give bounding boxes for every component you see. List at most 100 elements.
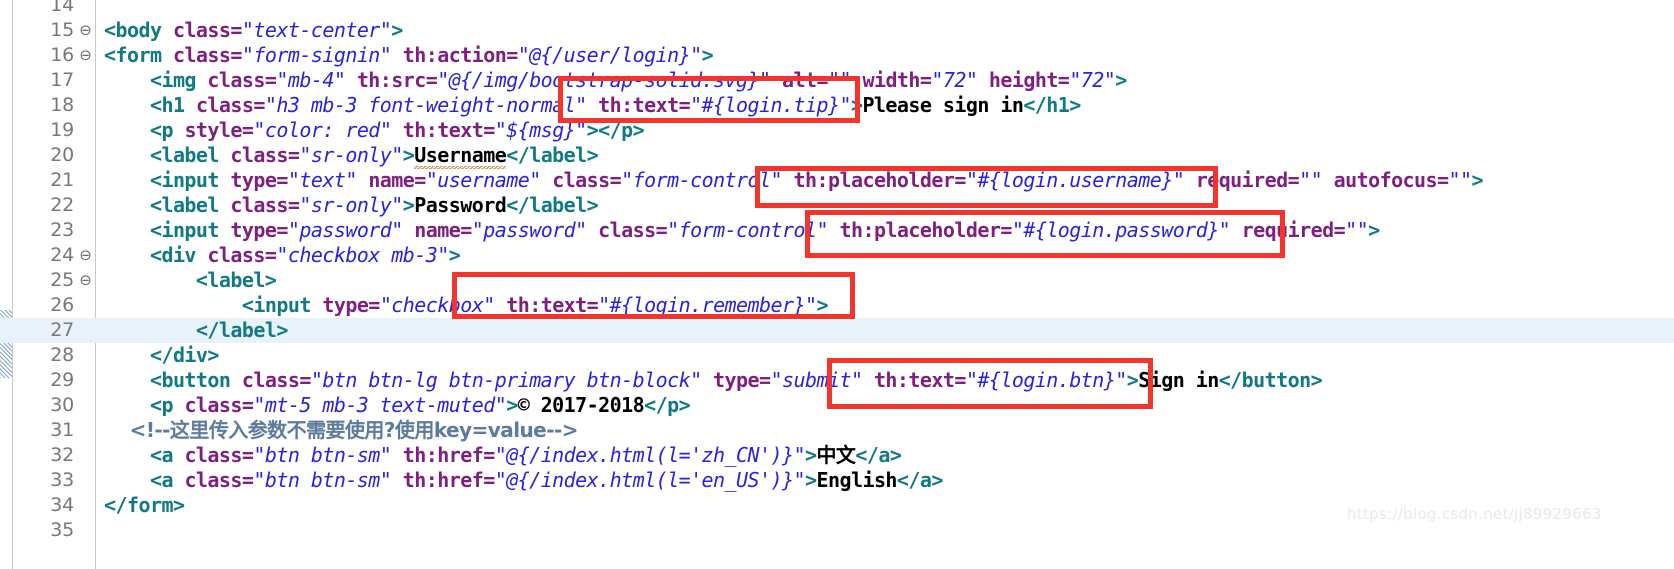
token-val: ""	[1345, 218, 1369, 242]
code-line-source[interactable]: <label class="sr-only">Username</label>	[104, 143, 599, 169]
token-tag: >	[804, 468, 817, 492]
watermark-text: https://blog.csdn.net/jj89929663	[1347, 505, 1602, 523]
code-line-source[interactable]: <img class="mb-4" th:src="@{/img/bootstr…	[104, 68, 1127, 93]
token-val: "h3 mb-3 font-weight-normal"	[264, 93, 587, 117]
code-line-25[interactable]: 25 ⊖ <label>	[0, 268, 1674, 293]
code-line-17[interactable]: 17 <img class="mb-4" th:src="@{/img/boot…	[0, 68, 1674, 93]
code-line-15[interactable]: 15 ⊖ <body class="text-center">	[0, 18, 1674, 43]
code-text-area[interactable]: 14 15 ⊖ <body class="text-center"> 16 ⊖ <form …	[0, 0, 1674, 569]
token-attr: type=	[701, 368, 771, 392]
code-line-28[interactable]: 28 </div>	[0, 343, 1674, 368]
token-attr: class=	[586, 218, 668, 242]
code-line-31[interactable]: 31 <!--这里传入参数不需要使用?使用key=value-->	[0, 418, 1674, 443]
token-tag: </a>	[855, 443, 902, 467]
token-attr: th:src=	[345, 68, 438, 92]
token-tag: >	[1368, 218, 1380, 242]
token-attr: required=	[1184, 168, 1300, 192]
token-attr: th:placeholder=	[782, 168, 967, 192]
fold-collapse-icon[interactable]: ⊖	[79, 268, 92, 293]
code-line-source[interactable]: <button class="btn btn-lg btn-primary bt…	[104, 368, 1323, 393]
code-line-14[interactable]: 14	[0, 0, 1674, 18]
fold-collapse-icon[interactable]: ⊖	[79, 243, 92, 268]
code-line-source[interactable]: </label>	[104, 318, 288, 343]
code-line-source[interactable]: <body class="text-center">	[104, 18, 403, 43]
token-attr: type=	[230, 168, 288, 192]
token-tag: </label>	[506, 143, 599, 167]
token-tag: <p	[104, 393, 185, 417]
token-plain: Sign in	[1138, 368, 1219, 392]
code-line-source[interactable]: <input type="password" name="password" c…	[104, 218, 1380, 243]
code-line-29[interactable]: 29 <button class="btn btn-lg btn-primary…	[0, 368, 1674, 393]
code-line-source[interactable]: </form>	[104, 493, 185, 518]
line-number: 28	[50, 344, 74, 366]
code-line-source[interactable]: <a class="btn btn-sm" th:href="@{/index.…	[104, 443, 902, 468]
code-line-16[interactable]: 16 ⊖ <form class="form-signin" th:action="…	[0, 43, 1674, 68]
code-line-19[interactable]: 19 <p style="color: red" th:text="${msg}…	[0, 118, 1674, 143]
token-attr: class=	[230, 193, 300, 217]
token-val: "btn btn-lg btn-primary btn-block"	[310, 368, 702, 392]
token-val: ""	[1299, 168, 1323, 192]
line-number: 30	[50, 394, 74, 416]
line-number: 33	[50, 469, 74, 491]
code-line-source[interactable]: <p style="color: red" th:text="${msg}"><…	[104, 118, 645, 143]
code-line-source[interactable]: <label>	[104, 268, 277, 293]
line-number: 18	[50, 94, 74, 116]
token-spell: Username	[414, 143, 507, 169]
fold-collapse-icon[interactable]: ⊖	[79, 43, 92, 68]
fold-collapse-icon[interactable]: ⊖	[79, 18, 92, 43]
token-tag: </p>	[644, 393, 691, 417]
code-line-source[interactable]: <form class="form-signin" th:action="@{/…	[104, 43, 714, 68]
token-attr: type=	[322, 293, 380, 317]
token-attr: class=	[172, 18, 243, 42]
code-line-source[interactable]: <label class="sr-only">Password</label>	[104, 193, 599, 218]
code-line-18[interactable]: 18 <h1 class="h3 mb-3 font-weight-normal…	[0, 93, 1674, 118]
token-attr: required=	[1230, 218, 1346, 242]
code-line-source[interactable]: <div class="checkbox mb-3">	[104, 243, 461, 268]
token-attr: class=	[172, 43, 243, 67]
code-line-source[interactable]: <input type="text" name="username" class…	[104, 168, 1484, 193]
code-line-source[interactable]: </div>	[104, 343, 220, 368]
code-line-26[interactable]: 26 <input type="checkbox" th:text="#{log…	[0, 293, 1674, 318]
token-plain: 中文	[816, 443, 856, 467]
token-attr: th:href=	[391, 468, 495, 492]
line-number: 15	[50, 19, 74, 41]
code-line-source[interactable]: <p class="mt-5 mb-3 text-muted">© 2017-2…	[104, 393, 691, 418]
token-tag: </form>	[104, 493, 185, 517]
token-attr: type=	[230, 218, 288, 242]
token-attr: name=	[356, 168, 426, 192]
code-line-24[interactable]: 24 ⊖ <div class="checkbox mb-3">	[0, 243, 1674, 268]
token-attr: th:text=	[586, 93, 691, 117]
code-line-source[interactable]: <a class="btn btn-sm" th:href="@{/index.…	[104, 468, 943, 493]
token-tag: </a>	[896, 468, 944, 492]
token-val: "checkbox"	[379, 293, 495, 317]
code-line-23[interactable]: 23 <input type="password" name="password…	[0, 218, 1674, 243]
code-line-source[interactable]: <h1 class="h3 mb-3 font-weight-normal" t…	[104, 93, 1081, 118]
code-line-source[interactable]: <!--这里传入参数不需要使用?使用key=value-->	[104, 418, 579, 443]
token-tag: </label>	[195, 318, 288, 342]
token-attr: class=	[230, 143, 300, 167]
token-attr: th:text=	[494, 293, 599, 317]
code-line-33[interactable]: 33 <a class="btn btn-sm" th:href="@{/ind…	[0, 468, 1674, 493]
code-line-32[interactable]: 32 <a class="btn btn-sm" th:href="@{/ind…	[0, 443, 1674, 468]
token-val: "#{login.password}"	[1011, 218, 1231, 242]
token-val: "#{login.remember}"	[598, 293, 817, 317]
token-val: "sr-only"	[299, 193, 403, 217]
code-line-22[interactable]: 22 <label class="sr-only">Password</labe…	[0, 193, 1674, 218]
token-attr: class=	[184, 393, 254, 417]
token-val: "72"	[1069, 68, 1116, 92]
token-comment: <!--这里传入参数不需要使用?使用key=value-->	[104, 418, 579, 442]
token-plain: Please sign in	[862, 93, 1024, 117]
code-line-30[interactable]: 30 <p class="mt-5 mb-3 text-muted">© 201…	[0, 393, 1674, 418]
token-val: "btn btn-sm"	[253, 443, 392, 467]
code-line-21[interactable]: 21 <input type="text" name="username" cl…	[0, 168, 1674, 193]
token-tag: <input	[104, 168, 231, 192]
token-val: "form-signin"	[241, 43, 392, 67]
code-line-source[interactable]: <input type="checkbox" th:text="#{login.…	[104, 293, 829, 318]
token-tag: <a	[104, 443, 185, 467]
token-attr: class=	[184, 468, 254, 492]
code-line-20[interactable]: 20 <label class="sr-only">Username</labe…	[0, 143, 1674, 169]
token-tag: <input	[104, 218, 231, 242]
code-line-27[interactable]: 27 </label>	[0, 318, 1674, 343]
token-val: "checkbox mb-3"	[276, 243, 449, 267]
token-plain: Password	[414, 193, 507, 217]
